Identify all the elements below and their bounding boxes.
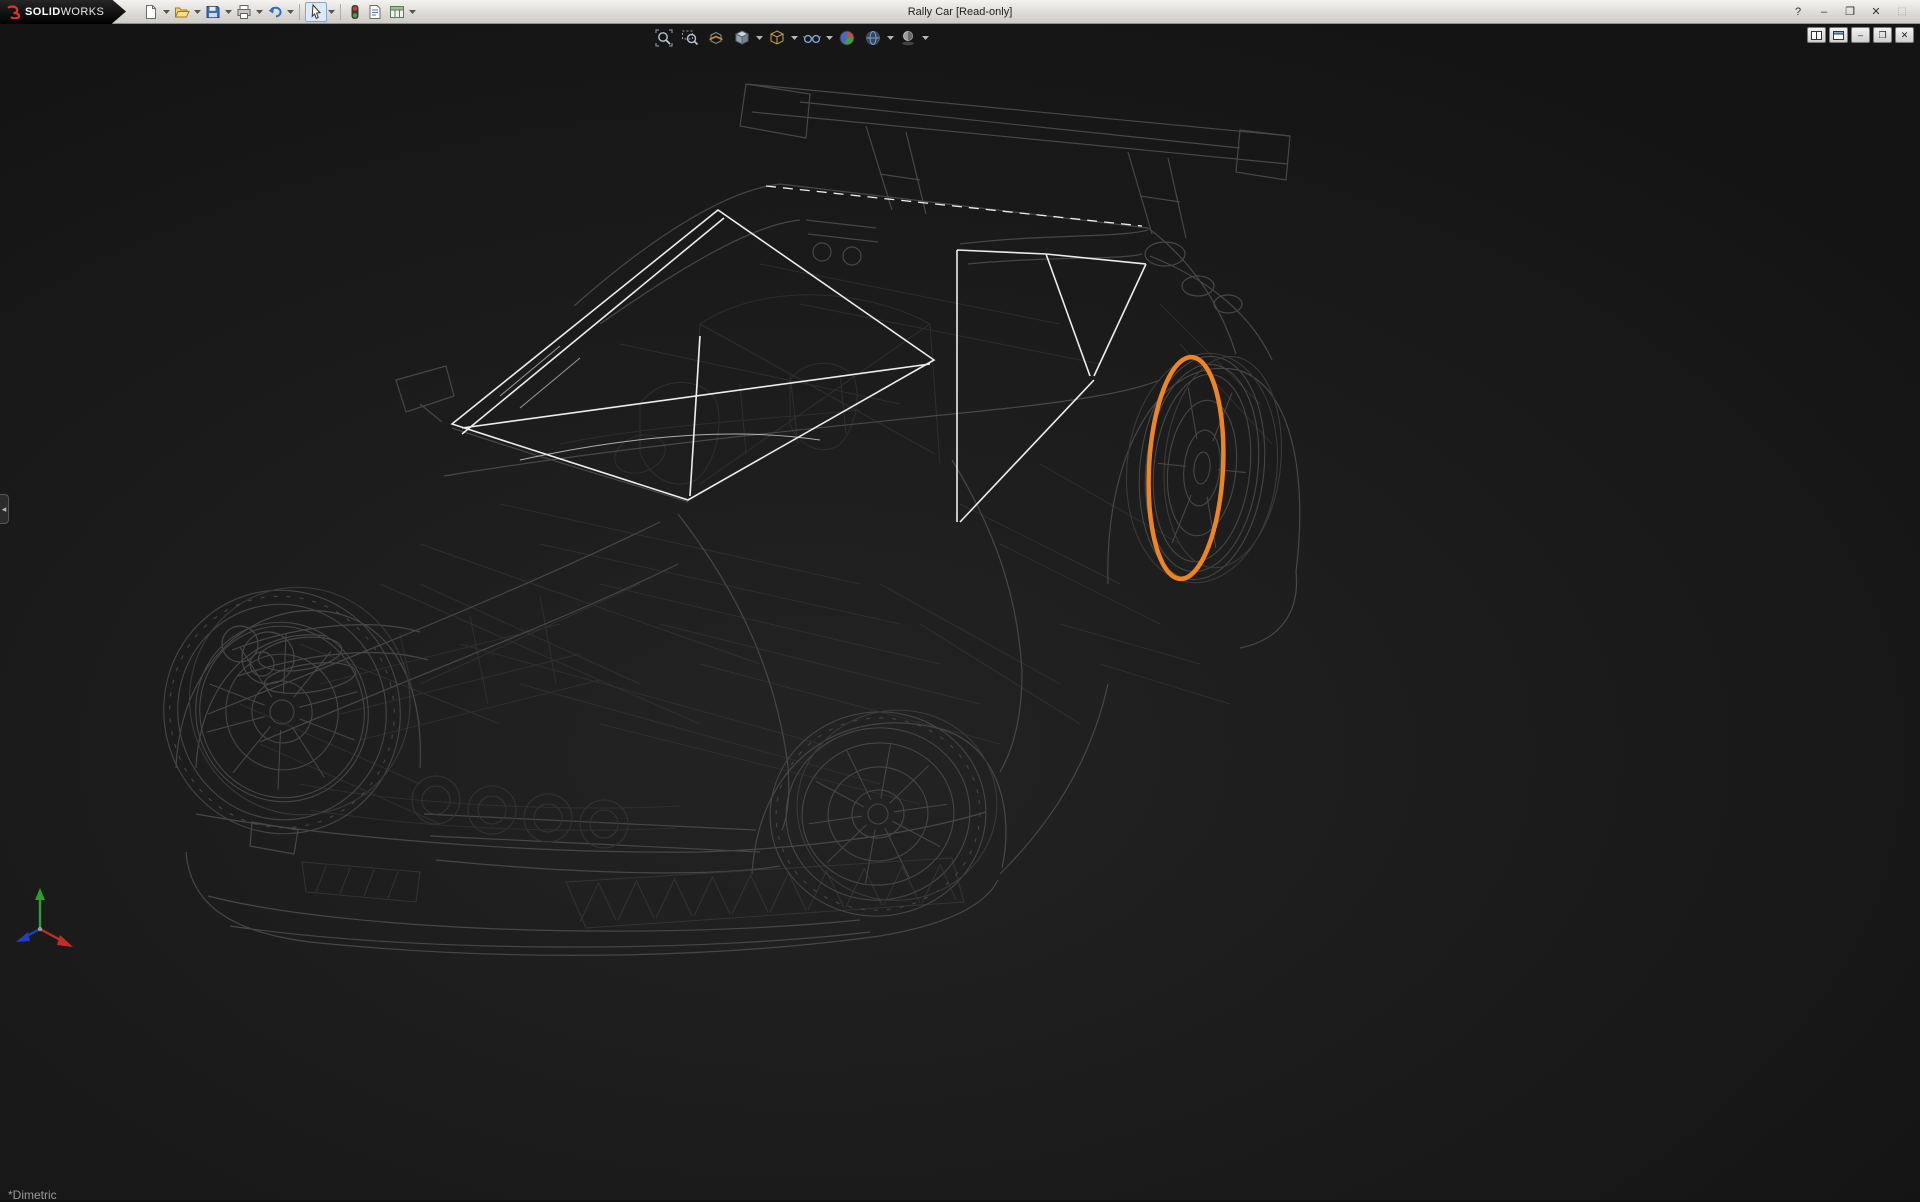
split-view-button[interactable]	[1807, 27, 1826, 43]
apply-scene-icon	[864, 29, 882, 47]
new-document-icon	[143, 4, 159, 20]
hide-show-items-button[interactable]	[800, 27, 824, 49]
view-settings-icon	[899, 29, 917, 47]
dassault-3ds-logo-icon	[6, 5, 21, 19]
feature-manager-collapse-tab[interactable]: ◂	[0, 494, 9, 524]
display-style-dropdown[interactable]	[791, 36, 798, 40]
open-folder-icon	[174, 4, 190, 20]
wireframe-interior-lines	[240, 264, 1272, 830]
pane-view-icon	[1833, 31, 1844, 40]
resize-grip-icon: ⬚	[1892, 3, 1912, 21]
help-button[interactable]: ?	[1788, 3, 1808, 21]
zoom-to-fit-button[interactable]	[652, 27, 676, 49]
front-left-wheel	[136, 561, 439, 861]
view-settings-button[interactable]	[896, 27, 920, 49]
options-icon	[389, 4, 405, 20]
edit-appearance-icon	[838, 29, 856, 47]
open-dropdown[interactable]	[194, 2, 201, 22]
edit-appearance-button[interactable]	[835, 27, 859, 49]
print-icon	[236, 4, 252, 20]
save-button[interactable]	[202, 2, 224, 22]
open-button[interactable]	[171, 2, 193, 22]
hide-show-items-icon	[803, 29, 821, 47]
options-dropdown[interactable]	[409, 2, 416, 22]
zoom-to-area-button[interactable]	[678, 27, 702, 49]
view-orientation-cube-icon	[733, 29, 751, 47]
restore-button[interactable]: ❐	[1840, 3, 1860, 21]
select-tool-dropdown[interactable]	[328, 2, 335, 22]
orientation-triad	[16, 888, 73, 947]
new-document-button[interactable]	[140, 2, 162, 22]
wireframe-car-model[interactable]	[0, 24, 1920, 1200]
brand-notch	[112, 0, 126, 24]
front-right-wheel	[757, 696, 1011, 930]
rebuild-icon	[349, 4, 361, 20]
undo-dropdown[interactable]	[287, 2, 294, 22]
section-view-button[interactable]	[704, 27, 728, 49]
close-button[interactable]: ✕	[1866, 3, 1886, 21]
rebuild-button[interactable]	[346, 2, 364, 22]
document-close-button[interactable]: ✕	[1895, 27, 1914, 43]
chevron-left-icon: ◂	[2, 504, 7, 515]
undo-button[interactable]	[264, 2, 286, 22]
apply-scene-dropdown[interactable]	[887, 36, 894, 40]
display-style-button[interactable]	[765, 27, 789, 49]
print-button[interactable]	[233, 2, 255, 22]
highlighted-glass-edges	[452, 186, 1146, 522]
options-button[interactable]	[386, 2, 408, 22]
document-minimize-button[interactable]: –	[1851, 27, 1870, 43]
document-window-controls: – ❐ ✕	[1807, 27, 1914, 43]
section-view-icon	[707, 29, 725, 47]
zoom-to-fit-icon	[655, 29, 673, 47]
file-properties-icon	[368, 4, 382, 20]
apply-scene-button[interactable]	[861, 27, 885, 49]
zoom-to-area-icon	[681, 29, 699, 47]
new-document-dropdown[interactable]	[163, 2, 170, 22]
solidworks-brand: SOLIDWORKS	[0, 0, 112, 24]
view-orientation-button[interactable]	[730, 27, 754, 49]
toolbar-separator	[299, 4, 300, 20]
minimize-button[interactable]: –	[1814, 3, 1834, 21]
heads-up-view-toolbar	[648, 26, 933, 50]
title-bar: SOLIDWORKS	[0, 0, 1920, 24]
save-dropdown[interactable]	[225, 2, 232, 22]
window-controls: ? – ❐ ✕ ⬚	[1788, 3, 1920, 21]
hide-show-items-dropdown[interactable]	[826, 36, 833, 40]
select-cursor-icon	[308, 4, 324, 20]
display-style-icon	[768, 29, 786, 47]
view-settings-dropdown[interactable]	[922, 36, 929, 40]
undo-icon	[267, 4, 283, 20]
file-properties-button[interactable]	[365, 2, 385, 22]
document-restore-button[interactable]: ❐	[1873, 27, 1892, 43]
print-dropdown[interactable]	[256, 2, 263, 22]
main-toolbar	[140, 2, 416, 22]
graphics-viewport[interactable]: – ❐ ✕ ◂ *Dimetric	[0, 24, 1920, 1200]
select-tool-button[interactable]	[305, 2, 327, 22]
toolbar-separator	[340, 4, 341, 20]
brand-text: SOLIDWORKS	[25, 6, 104, 18]
pane-view-button[interactable]	[1829, 27, 1848, 43]
view-orientation-dropdown[interactable]	[756, 36, 763, 40]
save-icon	[205, 4, 221, 20]
split-view-icon	[1811, 31, 1822, 40]
